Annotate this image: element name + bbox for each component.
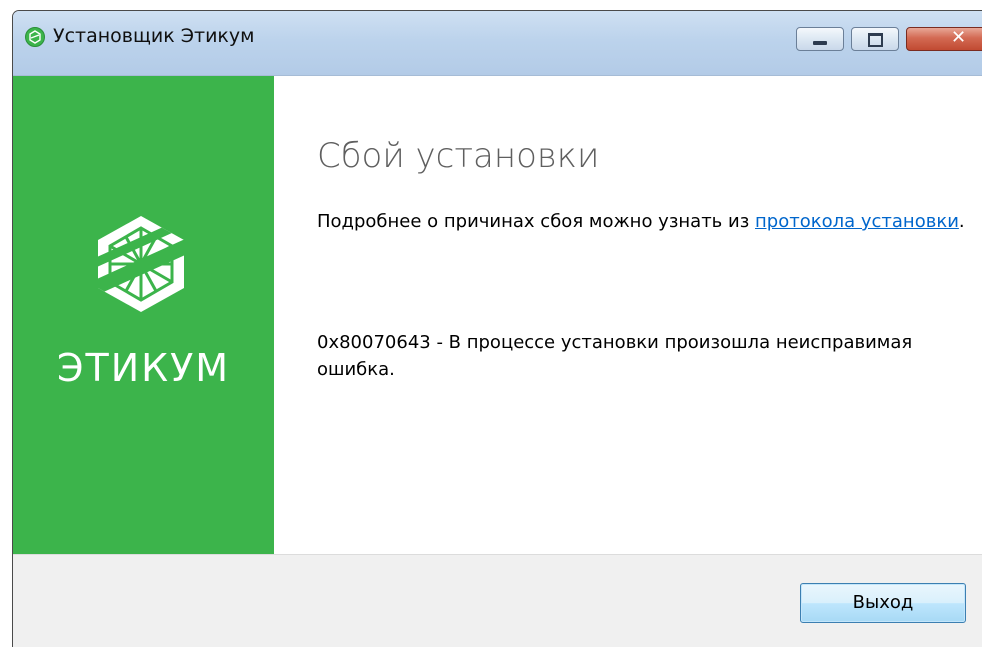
app-icon [25, 27, 45, 47]
button-bar: Выход [13, 554, 982, 647]
error-message: 0x80070643 - В процессе установки произо… [317, 332, 913, 380]
maximize-icon [868, 33, 883, 47]
installer-window: Установщик Этикум ✕ ЭТИКУМ Сбой установк… [12, 10, 982, 647]
close-icon: ✕ [951, 27, 967, 48]
details-suffix: . [958, 211, 965, 232]
brand-sidebar: ЭТИКУМ [13, 76, 274, 554]
details-prefix: Подробнее о причинах сбоя можно узнать и… [317, 211, 756, 232]
window-title: Установщик Этикум [53, 25, 255, 47]
log-details-text: Подробнее о причинах сбоя можно узнать и… [317, 208, 967, 235]
maximize-button[interactable] [851, 27, 899, 51]
main-content: Сбой установки Подробнее о причинах сбоя… [274, 76, 982, 554]
install-log-link[interactable]: протокола установки [755, 211, 959, 232]
brand-logo-text: ЭТИКУМ [56, 346, 231, 390]
close-button[interactable]: ✕ [906, 27, 982, 51]
hexagon-lattice-logo-icon [98, 216, 184, 312]
minimize-icon [813, 41, 827, 45]
minimize-button[interactable] [796, 27, 844, 51]
exit-button[interactable]: Выход [800, 583, 966, 623]
page-title: Сбой установки [317, 136, 600, 176]
title-bar[interactable]: Установщик Этикум ✕ [13, 11, 982, 76]
